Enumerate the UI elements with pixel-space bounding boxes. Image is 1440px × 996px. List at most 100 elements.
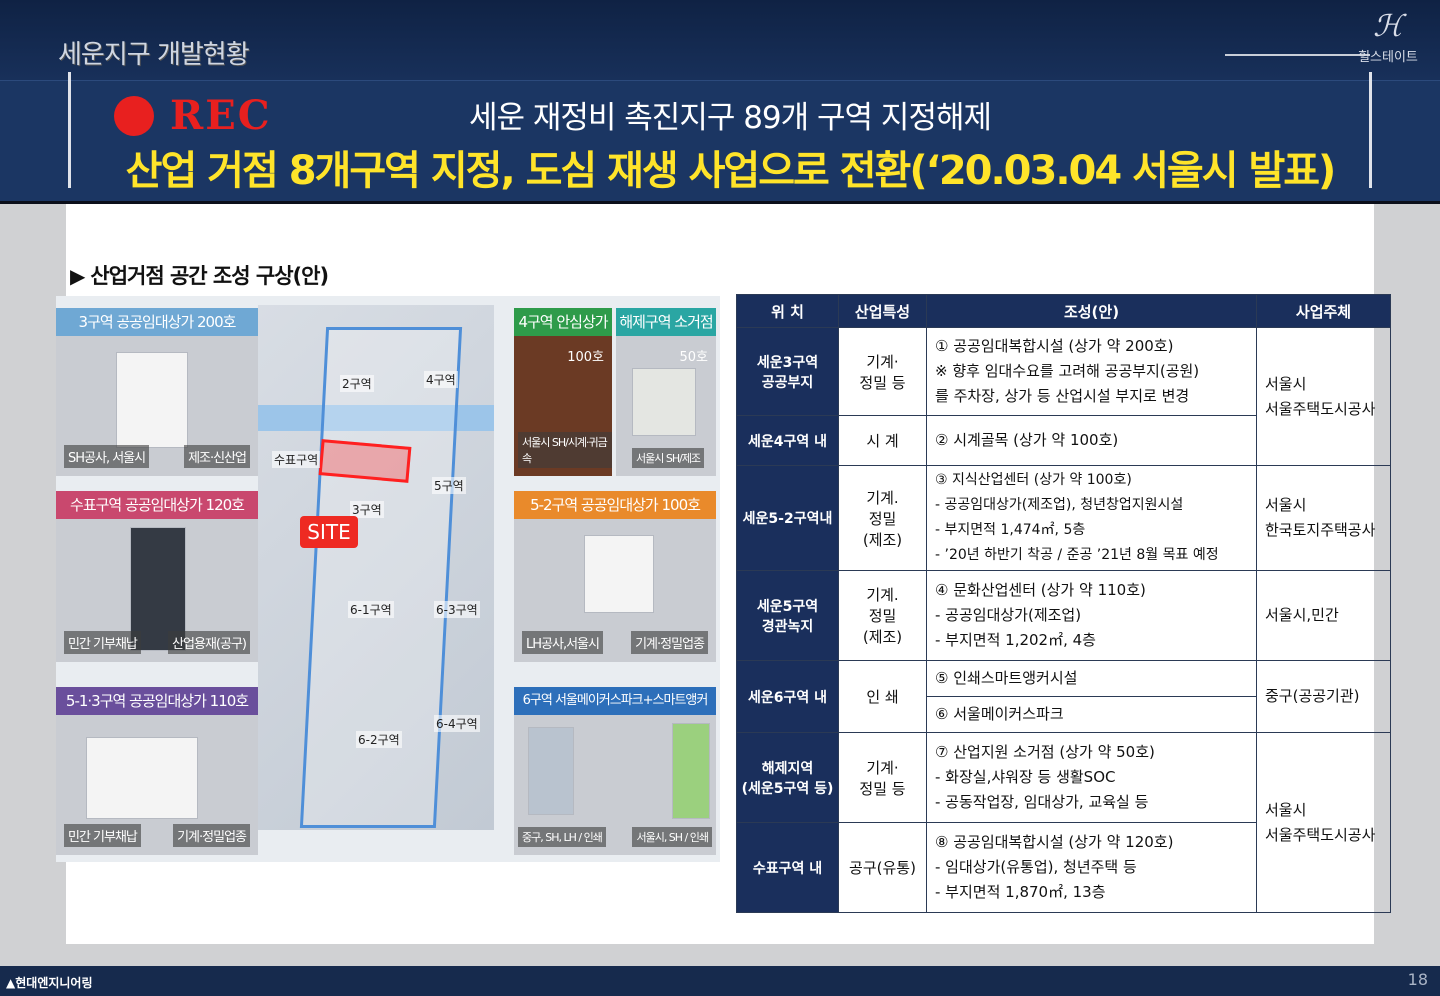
footer-logo: ▲현대엔지니어링 — [6, 974, 93, 991]
organization-cell: 서울시 서울주택도시공사 — [1256, 732, 1391, 913]
building-image — [632, 368, 696, 436]
tile-tag: 기계·정밀업종 — [631, 631, 708, 654]
building-image — [528, 727, 574, 815]
tile-zone6: 6구역 서울메이커스파크+스마트앵커 중구, SH, LH / 인쇄 서울시, … — [514, 687, 716, 855]
map-label: 6-4구역 — [434, 715, 480, 732]
plan-cell: ③ 지식산업센터 (상가 약 100호) - 공공임대상가(제조업), 청년창업… — [926, 465, 1257, 571]
rec-label: REC — [170, 92, 272, 139]
tile-tag: 서울시 SH/시계·귀금속 — [518, 432, 612, 468]
brand-logo: ℋ 힐스테이트 — [1352, 9, 1424, 66]
triangle-bullet-icon: ▶ — [70, 264, 85, 288]
tile-tag: LH공사,서울시 — [522, 631, 603, 654]
plan-cell: ② 시계골목 (상가 약 100호) — [926, 415, 1257, 466]
record-dot-icon — [114, 95, 154, 136]
table-header-row: 위 치 산업특성 조성(안) 사업주체 — [736, 294, 1391, 328]
district-map: 2구역 4구역 수표구역 3구역 5구역 6-1구역 6-3구역 6-2구역 6… — [258, 305, 494, 830]
location-cell: 세운3구역 공공부지 — [736, 327, 839, 416]
tile-tag: SH공사, 서울시 — [64, 445, 150, 468]
tile-header: 3구역 공공임대상가 200호 — [56, 308, 258, 336]
company-name: 현대엔지니어링 — [15, 976, 93, 990]
column-header: 산업특성 — [838, 294, 927, 328]
plan-cell: ① 공공임대복합시설 (상가 약 200호) ※ 향후 임대수요를 고려해 공공… — [926, 327, 1257, 416]
plan-cell: ⑦ 산업지원 소거점 (상가 약 50호) - 화장실,샤워장 등 생활SOC … — [926, 732, 1257, 823]
table-row: 세운6구역 내 인 쇄 ⑤ 인쇄스마트앵커시설 중구(공공기관) — [736, 660, 1391, 733]
table-row: 세운5-2구역내 기계. 정밀 (제조) ③ 지식산업센터 (상가 약 100호… — [736, 465, 1391, 571]
tile-tag: 민간 기부채납 — [64, 824, 141, 847]
site-marker: SITE — [300, 516, 358, 548]
tile-header: 6구역 서울메이커스파크+스마트앵커 — [514, 687, 716, 715]
map-label: 6-2구역 — [356, 731, 402, 748]
tile-tag: 중구, SH, LH / 인쇄 — [518, 827, 606, 847]
map-label: 6-3구역 — [434, 601, 480, 618]
plan-cell: ⑤ 인쇄스마트앵커시설 — [926, 660, 1257, 697]
tile-header: 4구역 안심상가 — [514, 308, 612, 336]
tile-header: 해제구역 소거점 — [616, 308, 716, 336]
tile-zone5-2: 5-2구역 공공임대상가 100호 LH공사,서울시 기계·정밀업종 — [514, 491, 716, 662]
tile-note: 100호 — [567, 350, 604, 365]
building-image — [116, 352, 188, 448]
column-header: 사업주체 — [1256, 294, 1391, 328]
building-image — [584, 535, 654, 613]
industrial-hub-table: 위 치 산업특성 조성(안) 사업주체 세운3구역 공공부지 기계· 정밀 등 … — [736, 294, 1391, 913]
company-triangle-icon: ▲ — [6, 976, 16, 990]
header-divider — [1225, 54, 1370, 56]
redevelopment-boundary — [299, 327, 463, 828]
tile-tag: 산업용재(공구) — [168, 631, 250, 654]
table-row: 세운5구역 경관녹지 기계. 정밀 (제조) ④ 문화산업센터 (상가 약 11… — [736, 570, 1391, 661]
headline-secondary: 산업 거점 8개구역 지정, 도심 재생 사업으로 전환(‘20.03.04 서… — [125, 148, 1337, 194]
industry-cell: 기계. 정밀 (제조) — [838, 465, 927, 571]
industry-cell: 인 쇄 — [838, 660, 927, 733]
footer-bar — [0, 966, 1440, 996]
tile-header: 5-1·3구역 공공임대상가 110호 — [56, 687, 258, 715]
tile-tag: 기계·정밀업종 — [173, 824, 250, 847]
tile-tag: 서울시 SH/제조 — [632, 448, 705, 468]
section-title: 산업거점 공간 조성 구상(안) — [90, 264, 329, 288]
tile-tag: 민간 기부채납 — [64, 631, 141, 654]
industry-cell: 기계· 정밀 등 — [838, 732, 927, 823]
map-label: 수표구역 — [272, 451, 321, 468]
table-row: 세운3구역 공공부지 기계· 정밀 등 ① 공공임대복합시설 (상가 약 200… — [736, 327, 1391, 466]
tile-header: 수표구역 공공임대상가 120호 — [56, 491, 258, 519]
tile-tag: 제조·신산업 — [184, 445, 250, 468]
organization-cell: 서울시 서울주택도시공사 — [1256, 327, 1391, 466]
location-cell: 해제지역 (세운5구역 등) — [736, 732, 839, 823]
tile-header: 5-2구역 공공임대상가 100호 — [514, 491, 716, 519]
industry-cell: 기계. 정밀 (제조) — [838, 570, 927, 661]
brand-name: 힐스테이트 — [1358, 50, 1418, 65]
page-number: 18 — [1407, 970, 1428, 989]
tile-note: 50호 — [679, 350, 708, 365]
building-image — [672, 723, 710, 819]
location-cell: 세운4구역 내 — [736, 415, 839, 466]
organization-cell: 중구(공공기관) — [1256, 660, 1391, 733]
map-label: 5구역 — [432, 477, 466, 494]
plan-cell: ④ 문화산업센터 (상가 약 110호) - 공공임대상가(제조업) - 부지면… — [926, 570, 1257, 661]
building-image — [86, 737, 198, 819]
industry-cell: 공구(유통) — [838, 822, 927, 913]
map-label: 2구역 — [340, 375, 374, 392]
tile-zone4: 4구역 안심상가 100호 서울시 SH/시계·귀금속 — [514, 308, 612, 476]
section-heading: ▶ 산업거점 공간 조성 구상(안) — [70, 260, 329, 290]
tile-tag: 서울시, SH / 인쇄 — [632, 827, 712, 847]
location-cell: 세운5구역 경관녹지 — [736, 570, 839, 661]
column-header: 조성(안) — [926, 294, 1257, 328]
table-row: 해제지역 (세운5구역 등) 기계· 정밀 등 ⑦ 산업지원 소거점 (상가 약… — [736, 732, 1391, 913]
brand-mark-icon: ℋ — [1373, 9, 1403, 44]
organization-cell: 서울시 한국토지주택공사 — [1256, 465, 1391, 571]
column-header: 위 치 — [736, 294, 839, 328]
industry-cell: 기계· 정밀 등 — [838, 327, 927, 416]
plan-cell: ⑥ 서울메이커스파크 — [926, 696, 1257, 733]
rec-indicator: REC — [114, 92, 272, 139]
tile-zone3: 3구역 공공임대상가 200호 SH공사, 서울시 제조·신산업 — [56, 308, 258, 476]
industry-cell: 시 계 — [838, 415, 927, 466]
organization-cell: 서울시,민간 — [1256, 570, 1391, 661]
map-label: 4구역 — [424, 371, 458, 388]
location-cell: 세운5-2구역내 — [736, 465, 839, 571]
tile-zone5-1-3: 5-1·3구역 공공임대상가 110호 민간 기부채납 기계·정밀업종 — [56, 687, 258, 855]
headline-primary: 세운 재정비 촉진지구 89개 구역 지정해제 — [468, 100, 992, 136]
page-title: 세운지구 개발현황 — [58, 40, 250, 70]
tile-released-zone: 해제구역 소거점 50호 서울시 SH/제조 — [616, 308, 716, 476]
location-cell: 세운6구역 내 — [736, 660, 839, 733]
location-cell: 수표구역 내 — [736, 822, 839, 913]
plan-cell: ⑧ 공공임대복합시설 (상가 약 120호) - 임대상가(유통업), 청년주택… — [926, 822, 1257, 913]
tile-supyo-zone: 수표구역 공공임대상가 120호 민간 기부채납 산업용재(공구) — [56, 491, 258, 662]
